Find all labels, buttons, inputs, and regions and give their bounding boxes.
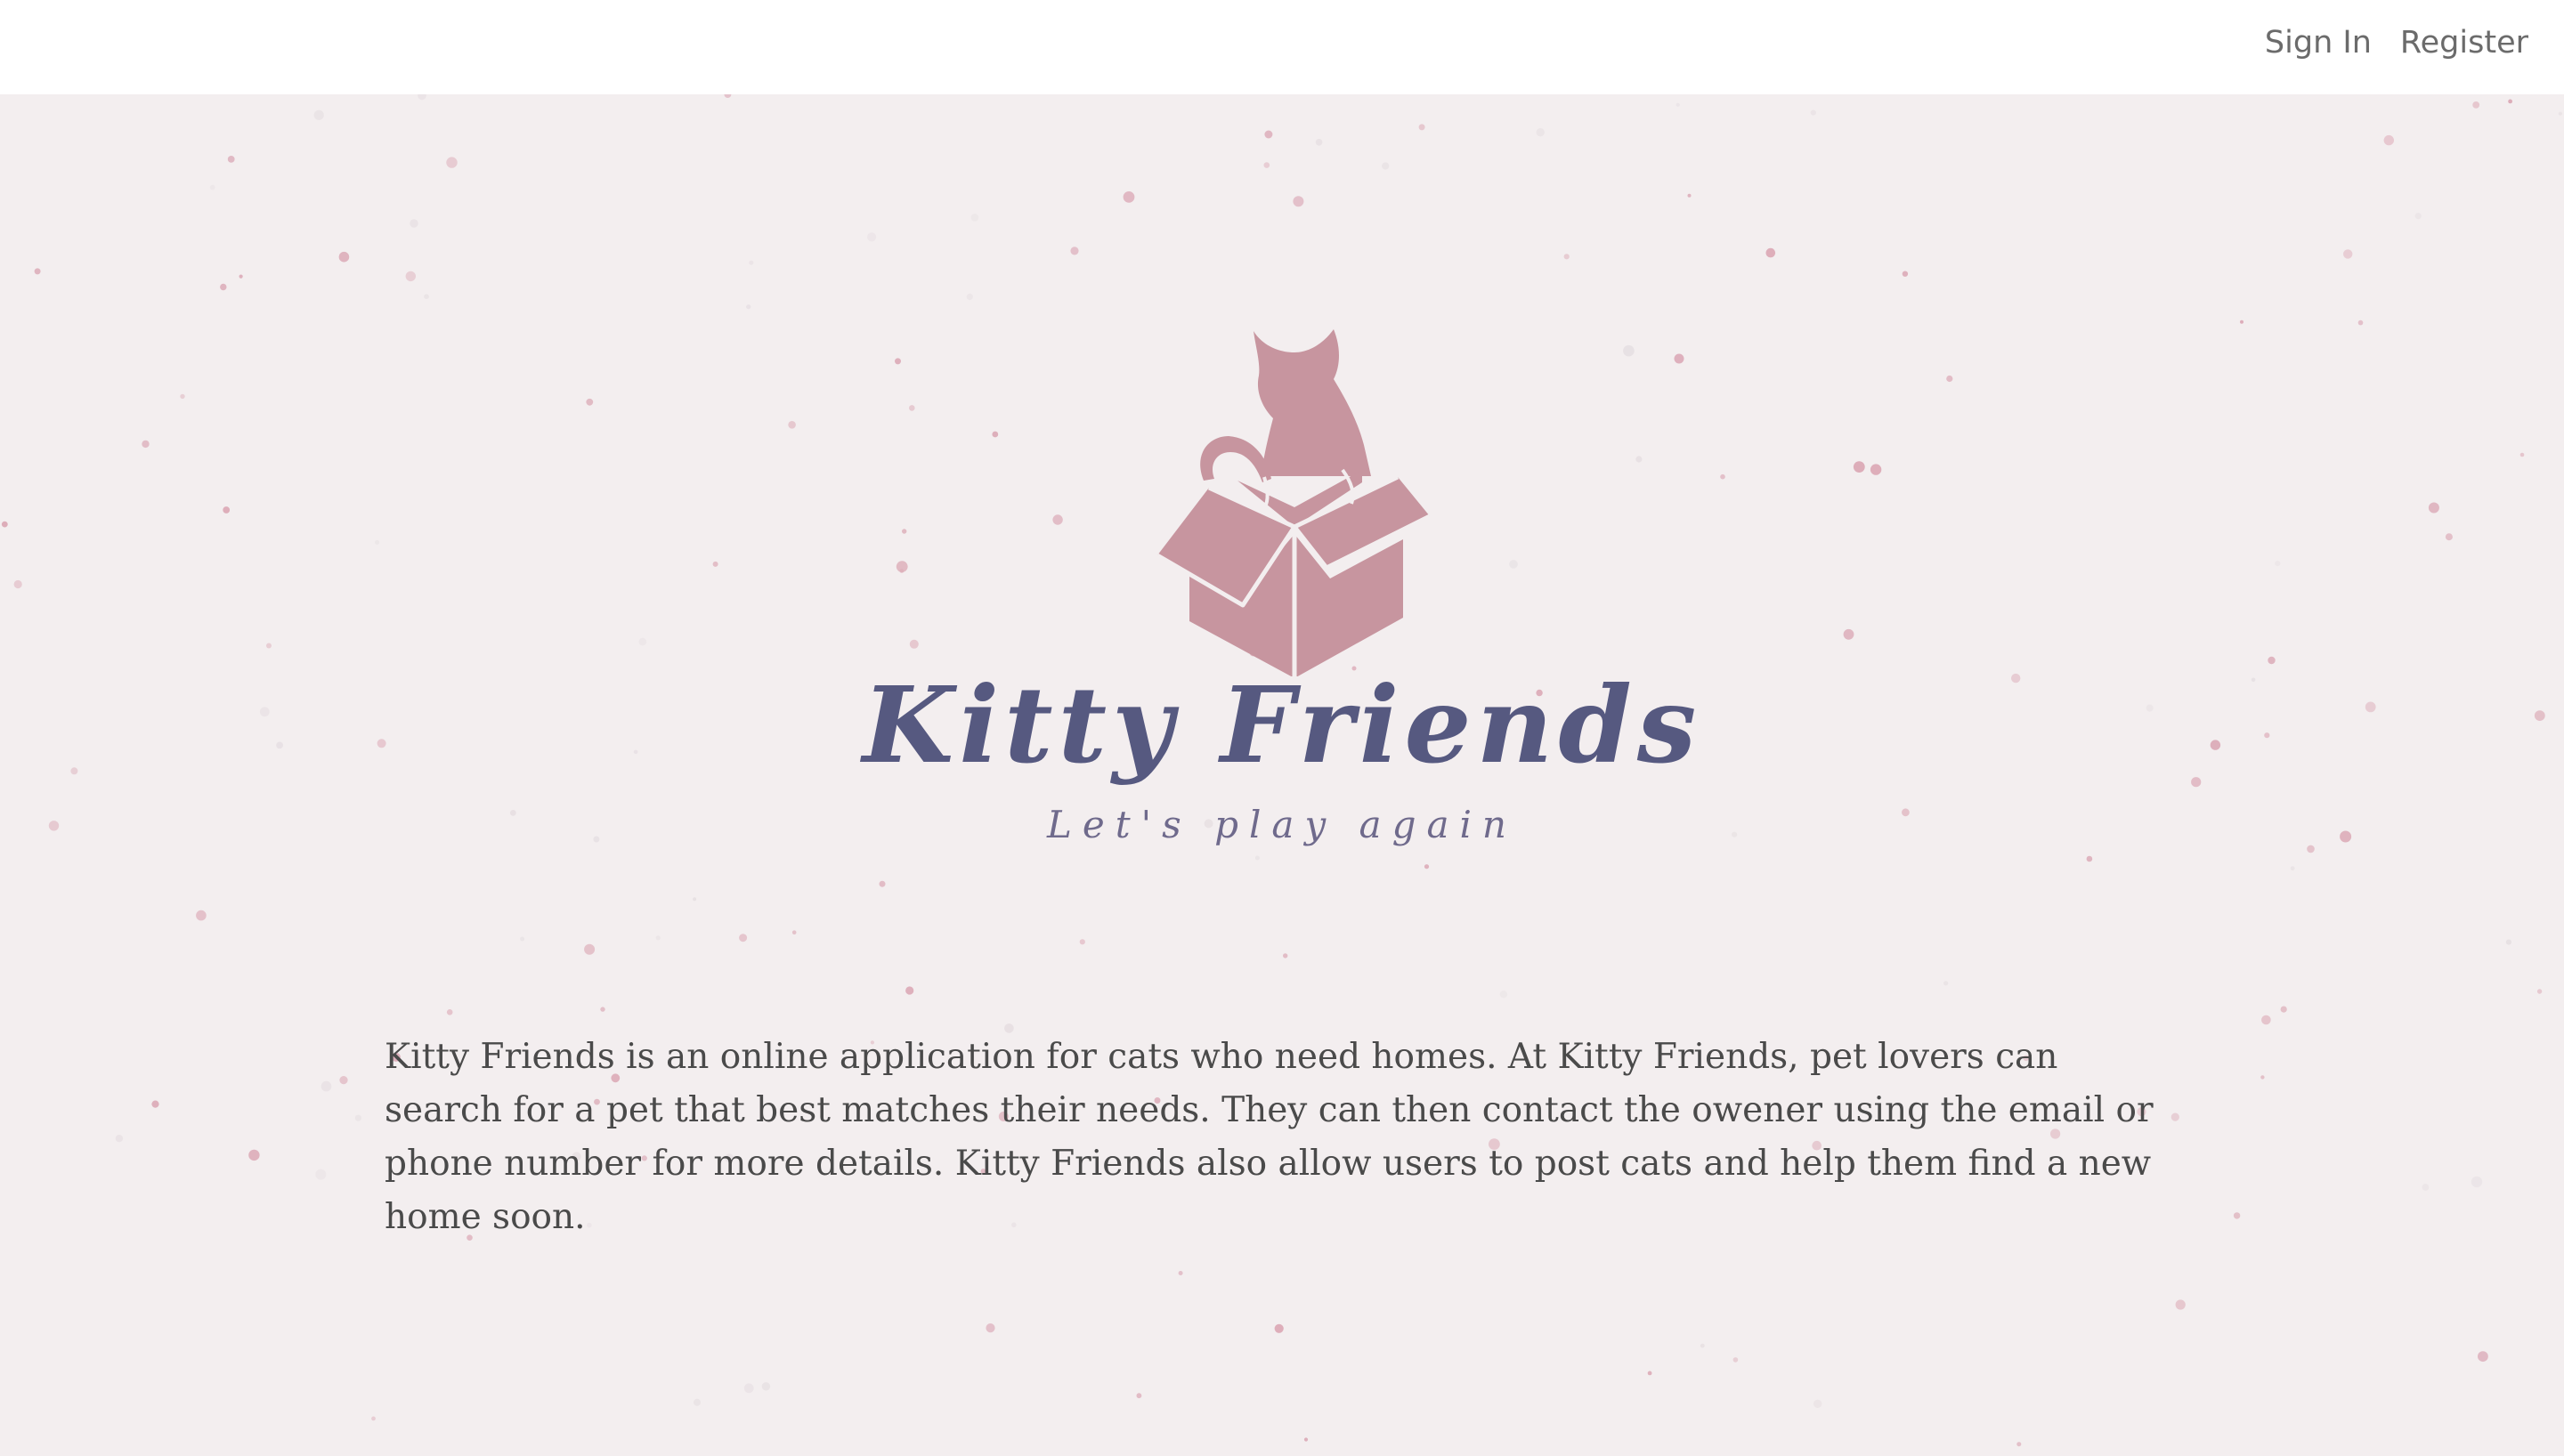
top-navbar: Sign In Register [0,0,2564,94]
app-description: Kitty Friends is an online application f… [385,1037,2154,1237]
hero-section: Kitty Friends Let's play again Kitty Fri… [0,94,2564,1456]
register-link[interactable]: Register [2400,25,2528,61]
sign-in-link[interactable]: Sign In [2265,25,2372,61]
nav-links: Sign In Register [2265,0,2528,85]
cat-in-box-icon [1156,329,1432,676]
brand-title: Kitty Friends [862,663,1702,787]
brand-tagline: Let's play again [1047,803,1517,846]
